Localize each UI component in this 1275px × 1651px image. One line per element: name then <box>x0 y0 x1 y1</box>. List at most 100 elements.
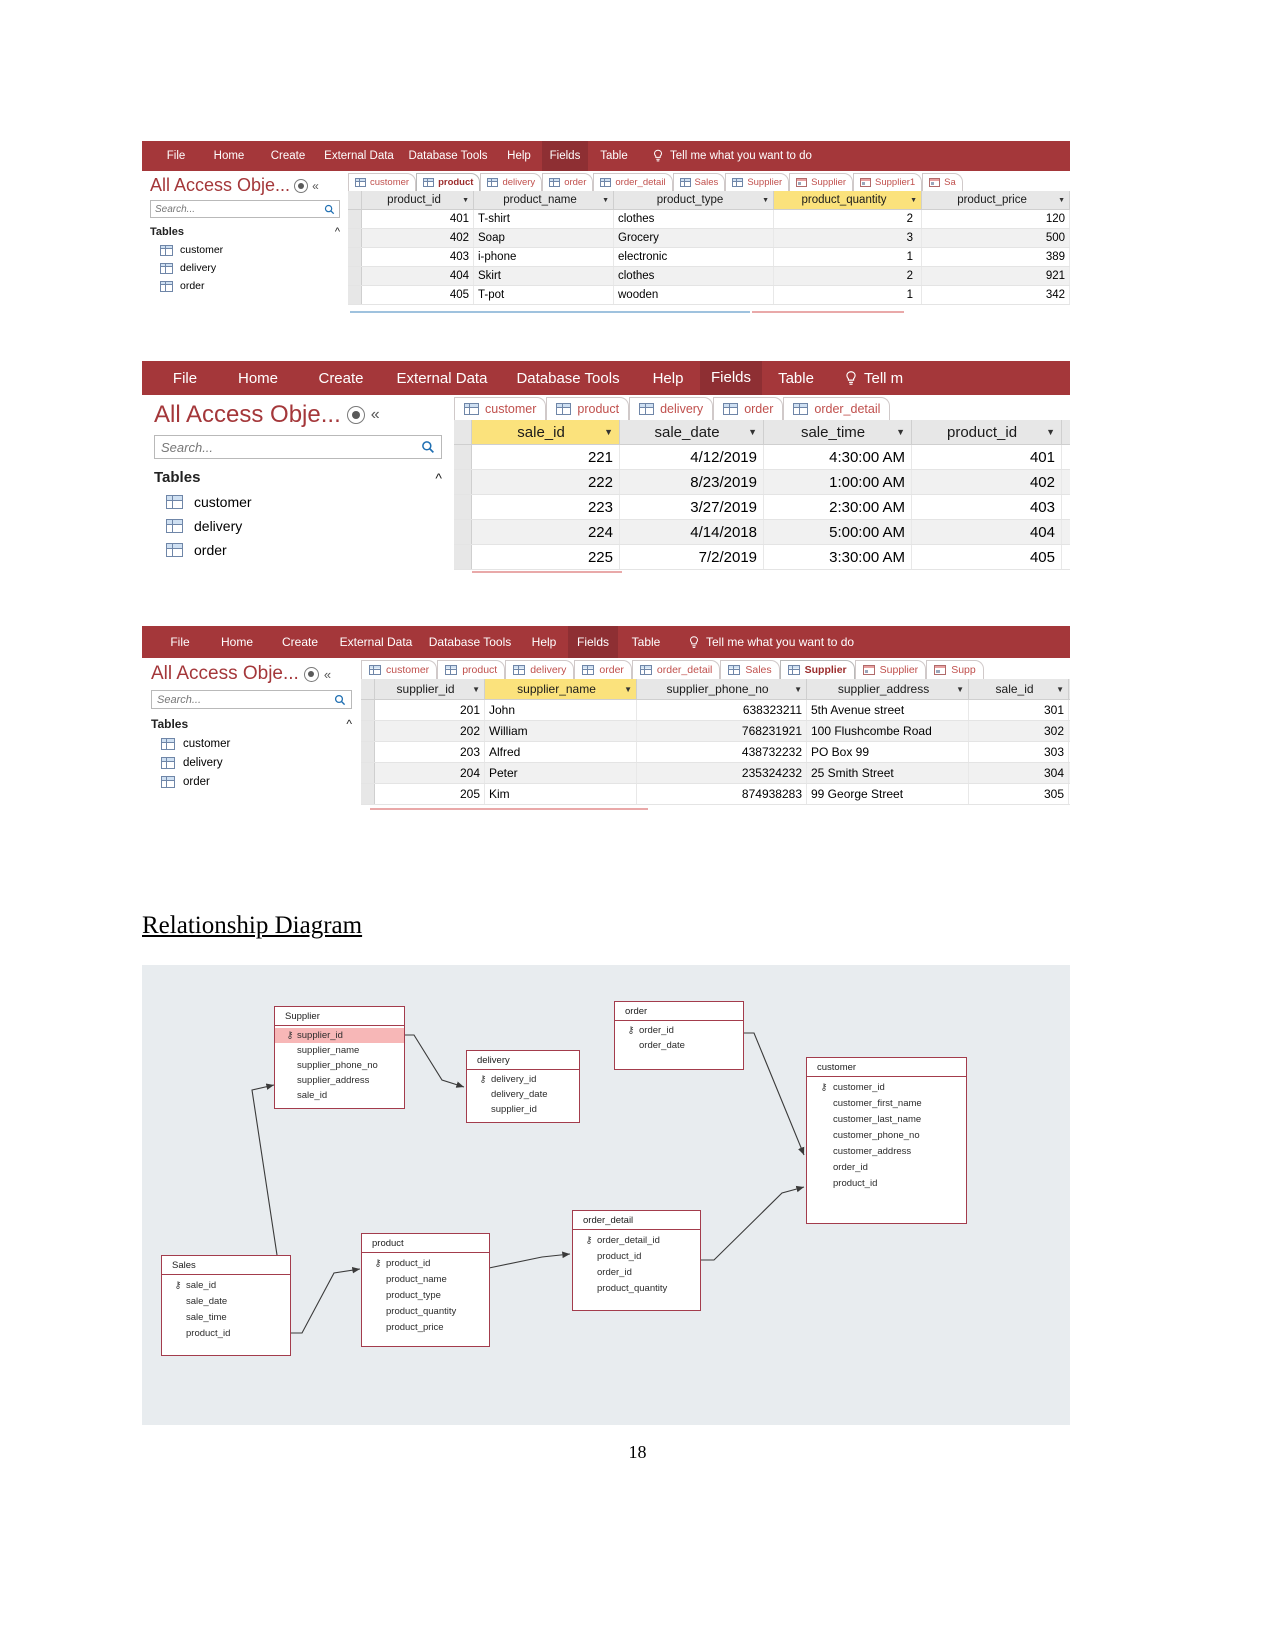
shutter-bar-icon[interactable] <box>303 666 319 682</box>
row-selector[interactable] <box>361 784 375 804</box>
cell-sale-id[interactable]: 223 <box>472 495 620 519</box>
table-row[interactable]: 405 T-pot wooden 1 342 <box>348 286 1070 305</box>
row-selector[interactable] <box>348 248 362 266</box>
nav-item-delivery[interactable]: delivery <box>150 262 340 274</box>
ribbon-tab-home[interactable]: Home <box>218 370 298 387</box>
chevron-down-icon[interactable]: ▼ <box>794 685 802 694</box>
cell-product-id[interactable]: 405 <box>362 286 474 304</box>
shutter-bar-icon[interactable] <box>294 178 309 193</box>
field-product-id[interactable]: product_id <box>162 1325 290 1341</box>
ribbon-tab-file[interactable]: File <box>152 150 200 162</box>
cell-supplier-address[interactable]: PO Box 99 <box>807 742 969 762</box>
field-sale-id[interactable]: ⚷ sale_id <box>162 1277 290 1293</box>
cell-product-quantity[interactable]: 2 <box>774 210 922 228</box>
cell-sale-id[interactable]: 301 <box>969 700 1069 720</box>
table-row[interactable]: 223 3/27/2019 2:30:00 AM 403 <box>454 495 1070 520</box>
ribbon-tab-home[interactable]: Home <box>206 635 268 649</box>
ribbon-tab-create[interactable]: Create <box>268 635 332 649</box>
chevron-down-icon[interactable]: ▼ <box>1056 685 1064 694</box>
cell-product-type[interactable]: clothes <box>614 210 774 228</box>
chevron-down-icon[interactable]: ▼ <box>1046 427 1055 437</box>
table-row[interactable]: 401 T-shirt clothes 2 120 <box>348 210 1070 229</box>
cell-product-quantity[interactable]: 1 <box>774 286 922 304</box>
cell-product-name[interactable]: i-phone <box>474 248 614 266</box>
column-header-supplier-id[interactable]: supplier_id ▼ <box>375 679 485 699</box>
cell-supplier-id[interactable]: 203 <box>375 742 485 762</box>
cell-product-quantity[interactable]: 2 <box>774 267 922 285</box>
shutter-bar-icon[interactable] <box>346 406 365 424</box>
collapse-pane-icon[interactable]: « <box>312 179 319 193</box>
ribbon-tab-table[interactable]: Table <box>762 370 830 387</box>
cell-supplier-address[interactable]: 25 Smith Street <box>807 763 969 783</box>
doc-tab-delivery[interactable]: delivery <box>629 397 714 420</box>
doc-tab-order-detail[interactable]: order_detail <box>593 173 673 191</box>
tables-group-header[interactable]: Tables ^ <box>154 469 442 486</box>
doc-tab-supplier-form[interactable]: Supplier <box>854 660 927 679</box>
cell-product-type[interactable]: electronic <box>614 248 774 266</box>
entity-product[interactable]: product ⚷ product_id product_name produc… <box>361 1233 490 1347</box>
field-product-type[interactable]: product_type <box>362 1287 489 1303</box>
doc-tab-supplier-table[interactable]: Supplier <box>725 173 790 191</box>
ribbon-tab-table[interactable]: Table <box>618 635 674 649</box>
entity-customer[interactable]: customer ⚷ customer_id customer_first_na… <box>806 1057 967 1224</box>
column-header-product-quantity[interactable]: product_quantity ▼ <box>774 191 922 209</box>
doc-tab-supp-form[interactable]: Supp <box>926 660 984 679</box>
cell-supplier-name[interactable]: Alfred <box>485 742 637 762</box>
chevron-down-icon[interactable]: ▼ <box>462 197 469 204</box>
cell-product-id[interactable]: 402 <box>362 229 474 247</box>
row-selector[interactable] <box>454 495 472 519</box>
field-order-date[interactable]: order_date <box>615 1038 743 1053</box>
column-header-supplier-address[interactable]: supplier_address ▼ <box>807 679 969 699</box>
row-selector[interactable] <box>348 286 362 304</box>
cell-product-price[interactable]: 120 <box>922 210 1070 228</box>
entity-order[interactable]: order ⚷ order_id order_date <box>614 1001 744 1070</box>
field-customer-first-name[interactable]: customer_first_name <box>807 1095 966 1111</box>
cell-supplier-id[interactable]: 204 <box>375 763 485 783</box>
table-row[interactable]: 201 John 638323211 5th Avenue street 301 <box>361 700 1070 721</box>
column-header-sale-date[interactable]: sale_date ▼ <box>620 420 764 444</box>
doc-tab-order-detail[interactable]: order_detail <box>631 660 721 679</box>
field-order-id[interactable]: ⚷ order_id <box>615 1023 743 1038</box>
chevron-up-icon[interactable]: ^ <box>435 470 442 486</box>
cell-sale-time[interactable]: 1:00:00 AM <box>764 470 912 494</box>
chevron-up-icon[interactable]: ^ <box>335 226 340 238</box>
ribbon-tab-database-tools[interactable]: Database Tools <box>500 370 636 387</box>
cell-supplier-phone-no[interactable]: 438732232 <box>637 742 807 762</box>
cell-supplier-name[interactable]: William <box>485 721 637 741</box>
chevron-down-icon[interactable]: ▼ <box>762 197 769 204</box>
column-header-sale-id[interactable]: sale_id ▼ <box>472 420 620 444</box>
field-delivery-date[interactable]: delivery_date <box>467 1087 579 1102</box>
search-icon[interactable] <box>421 440 435 454</box>
cell-product-id[interactable]: 401 <box>912 445 1062 469</box>
ribbon-tab-external-data[interactable]: External Data <box>318 150 400 162</box>
cell-supplier-id[interactable]: 201 <box>375 700 485 720</box>
nav-item-customer[interactable]: customer <box>150 244 340 256</box>
cell-supplier-phone-no[interactable]: 638323211 <box>637 700 807 720</box>
column-header-product-price[interactable]: product_price ▼ <box>922 191 1070 209</box>
table-row[interactable]: 221 4/12/2019 4:30:00 AM 401 <box>454 445 1070 470</box>
cell-sale-id[interactable]: 222 <box>472 470 620 494</box>
tables-group-header[interactable]: Tables ^ <box>151 717 352 731</box>
table-row[interactable]: 224 4/14/2018 5:00:00 AM 404 <box>454 520 1070 545</box>
field-customer-address[interactable]: customer_address <box>807 1143 966 1159</box>
entity-supplier[interactable]: Supplier ⚷ supplier_id supplier_name sup… <box>274 1006 405 1109</box>
field-product-id[interactable]: product_id <box>807 1175 966 1191</box>
table-row[interactable]: 404 Skirt clothes 2 921 <box>348 267 1070 286</box>
ribbon-tab-database-tools[interactable]: Database Tools <box>400 150 496 162</box>
cell-product-id[interactable]: 403 <box>362 248 474 266</box>
collapse-pane-icon[interactable]: « <box>324 667 331 682</box>
field-supplier-name[interactable]: supplier_name <box>275 1043 404 1058</box>
cell-sale-date[interactable]: 8/23/2019 <box>620 470 764 494</box>
field-product-price[interactable]: product_price <box>362 1319 489 1335</box>
cell-product-name[interactable]: Soap <box>474 229 614 247</box>
cell-product-price[interactable]: 389 <box>922 248 1070 266</box>
cell-supplier-id[interactable]: 205 <box>375 784 485 804</box>
cell-supplier-address[interactable]: 100 Flushcombe Road <box>807 721 969 741</box>
tell-me-box[interactable]: Tell me what you want to do <box>652 149 812 163</box>
row-selector[interactable] <box>454 470 472 494</box>
table-row[interactable]: 222 8/23/2019 1:00:00 AM 402 <box>454 470 1070 495</box>
field-product-quantity[interactable]: product_quantity <box>362 1303 489 1319</box>
cell-product-id[interactable]: 402 <box>912 470 1062 494</box>
cell-supplier-address[interactable]: 99 George Street <box>807 784 969 804</box>
doc-tab-product[interactable]: product <box>416 173 481 191</box>
